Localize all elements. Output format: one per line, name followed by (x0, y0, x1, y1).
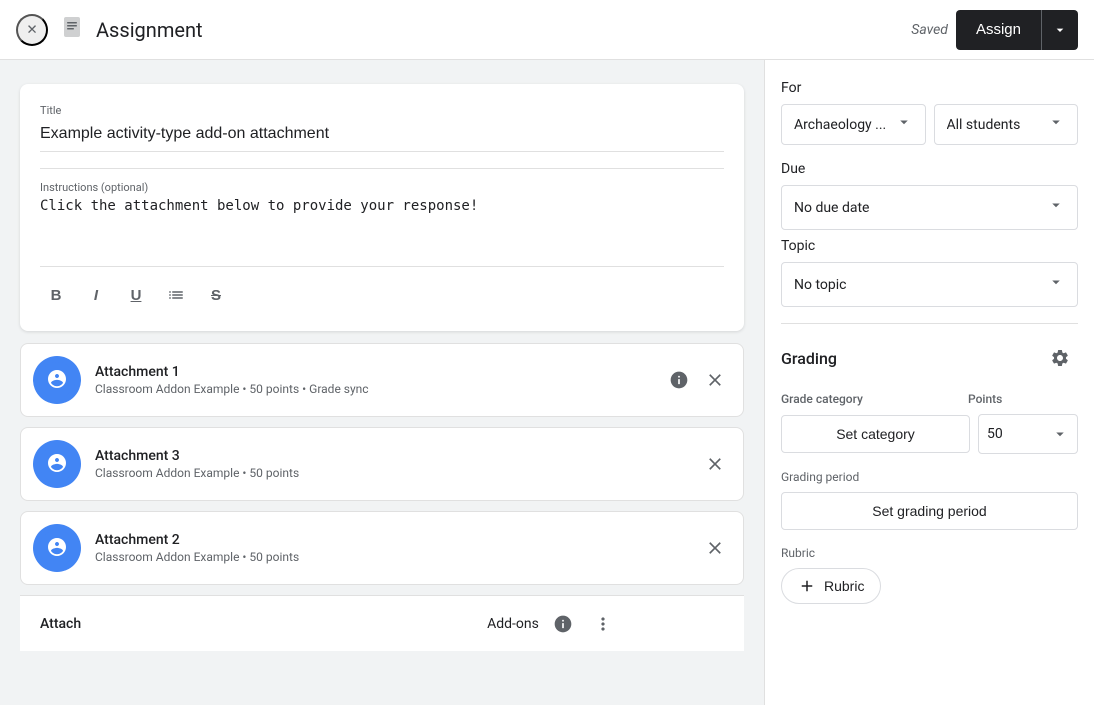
header-right: Saved Assign (911, 10, 1078, 50)
attachment-3-meta: Classroom Addon Example • 50 points (95, 466, 699, 480)
students-dropdown-arrow (1047, 113, 1065, 136)
page-title: Assignment (96, 18, 203, 42)
addons-more-button[interactable] (587, 608, 619, 640)
for-label: For (781, 80, 1078, 96)
underline-button[interactable]: U (120, 279, 152, 311)
attachment-3-icon (33, 440, 81, 488)
due-label: Due (781, 161, 1078, 177)
italic-button[interactable]: I (80, 279, 112, 311)
instructions-field-group: Instructions (optional) (40, 181, 724, 250)
due-dropdown-arrow (1047, 196, 1065, 219)
assign-button-group: Assign (956, 10, 1078, 50)
grading-header: Grading (781, 340, 1078, 376)
attachment-item: Attachment 2 Classroom Addon Example • 5… (20, 511, 744, 585)
attachment-item: Attachment 3 Classroom Addon Example • 5… (20, 427, 744, 501)
attachment-1-name: Attachment 1 (95, 364, 663, 380)
attachment-3-info: Attachment 3 Classroom Addon Example • 5… (95, 448, 699, 480)
close-button[interactable]: ✕ (16, 14, 48, 46)
attach-section: Attach (40, 616, 382, 632)
right-divider-1 (781, 323, 1078, 324)
addons-info-button[interactable] (547, 608, 579, 640)
strikethrough-button[interactable]: S (200, 279, 232, 311)
class-dropdown-arrow (895, 113, 913, 136)
set-category-button[interactable]: Set category (781, 415, 970, 453)
attachment-1-info-button[interactable] (663, 364, 695, 396)
points-dropdown[interactable]: 50 (978, 414, 1078, 454)
assign-dropdown-button[interactable] (1041, 10, 1078, 50)
title-label: Title (40, 104, 724, 117)
doc-icon (60, 15, 84, 45)
attachment-2-meta: Classroom Addon Example • 50 points (95, 550, 699, 564)
bold-button[interactable]: B (40, 279, 72, 311)
attachment-1-icon (33, 356, 81, 404)
points-value: 50 (987, 426, 1051, 442)
instructions-input[interactable] (40, 198, 724, 246)
title-instructions-card: Title Instructions (optional) B I U (20, 84, 744, 331)
addons-label: Add-ons (487, 616, 539, 632)
rubric-label: Rubric (781, 546, 1078, 560)
attachment-2-icon (33, 524, 81, 572)
topic-dropdown-arrow (1047, 273, 1065, 296)
grade-column-headers: Grade category Points (781, 392, 1078, 406)
attachment-2-info: Attachment 2 Classroom Addon Example • 5… (95, 532, 699, 564)
topic-label: Topic (781, 238, 1078, 254)
due-date-dropdown[interactable]: No due date (781, 185, 1078, 230)
rubric-section: Rubric Rubric (781, 546, 1078, 604)
students-value: All students (947, 117, 1044, 133)
assign-button[interactable]: Assign (956, 10, 1041, 50)
attachment-1-remove-button[interactable] (699, 364, 731, 396)
close-icon: ✕ (26, 22, 37, 38)
grading-period-label: Grading period (781, 470, 1078, 484)
grade-category-label: Grade category (781, 392, 968, 406)
attachment-3-actions (699, 448, 731, 480)
right-panel: For Archaeology ... All students Due No … (764, 60, 1094, 705)
left-panel: Title Instructions (optional) B I U (0, 60, 764, 705)
title-field-group: Title (40, 104, 724, 152)
class-dropdown[interactable]: Archaeology ... (781, 104, 926, 145)
instructions-label: Instructions (optional) (40, 181, 724, 194)
attachment-2-actions (699, 532, 731, 564)
divider-2 (40, 266, 724, 267)
topic-value: No topic (794, 277, 1043, 293)
attachment-item: Attachment 1 Classroom Addon Example • 5… (20, 343, 744, 417)
students-dropdown[interactable]: All students (934, 104, 1079, 145)
class-value: Archaeology ... (794, 117, 891, 133)
set-grading-period-button[interactable]: Set grading period (781, 492, 1078, 530)
topic-dropdown[interactable]: No topic (781, 262, 1078, 307)
due-date-value: No due date (794, 200, 1043, 216)
grading-period-section: Grading period Set grading period (781, 470, 1078, 530)
grading-title: Grading (781, 349, 837, 368)
title-input[interactable] (40, 121, 724, 152)
grading-settings-button[interactable] (1042, 340, 1078, 376)
attachment-1-actions (663, 364, 731, 396)
header-left: ✕ Assignment (16, 14, 911, 46)
saved-status: Saved (911, 22, 948, 38)
bottom-bar: Attach Add-ons (20, 595, 744, 651)
attachment-2-name: Attachment 2 (95, 532, 699, 548)
for-dropdowns: Archaeology ... All students (781, 104, 1078, 145)
grade-inputs-row: Set category 50 (781, 414, 1078, 454)
list-button[interactable] (160, 279, 192, 311)
attachment-2-remove-button[interactable] (699, 532, 731, 564)
attachment-1-info: Attachment 1 Classroom Addon Example • 5… (95, 364, 663, 396)
main-content: Title Instructions (optional) B I U (0, 60, 1094, 705)
formatting-toolbar: B I U S (40, 279, 724, 311)
points-label: Points (968, 392, 1078, 406)
add-rubric-button[interactable]: Rubric (781, 568, 881, 604)
attachment-3-remove-button[interactable] (699, 448, 731, 480)
attach-label: Attach (40, 616, 81, 632)
divider-1 (40, 168, 724, 169)
app-header: ✕ Assignment Saved Assign (0, 0, 1094, 60)
attachment-3-name: Attachment 3 (95, 448, 699, 464)
add-rubric-label: Rubric (824, 578, 864, 594)
addons-section: Add-ons (382, 608, 724, 640)
attachments-list: Attachment 1 Classroom Addon Example • 5… (20, 343, 744, 585)
attachment-1-meta: Classroom Addon Example • 50 points • Gr… (95, 382, 663, 396)
